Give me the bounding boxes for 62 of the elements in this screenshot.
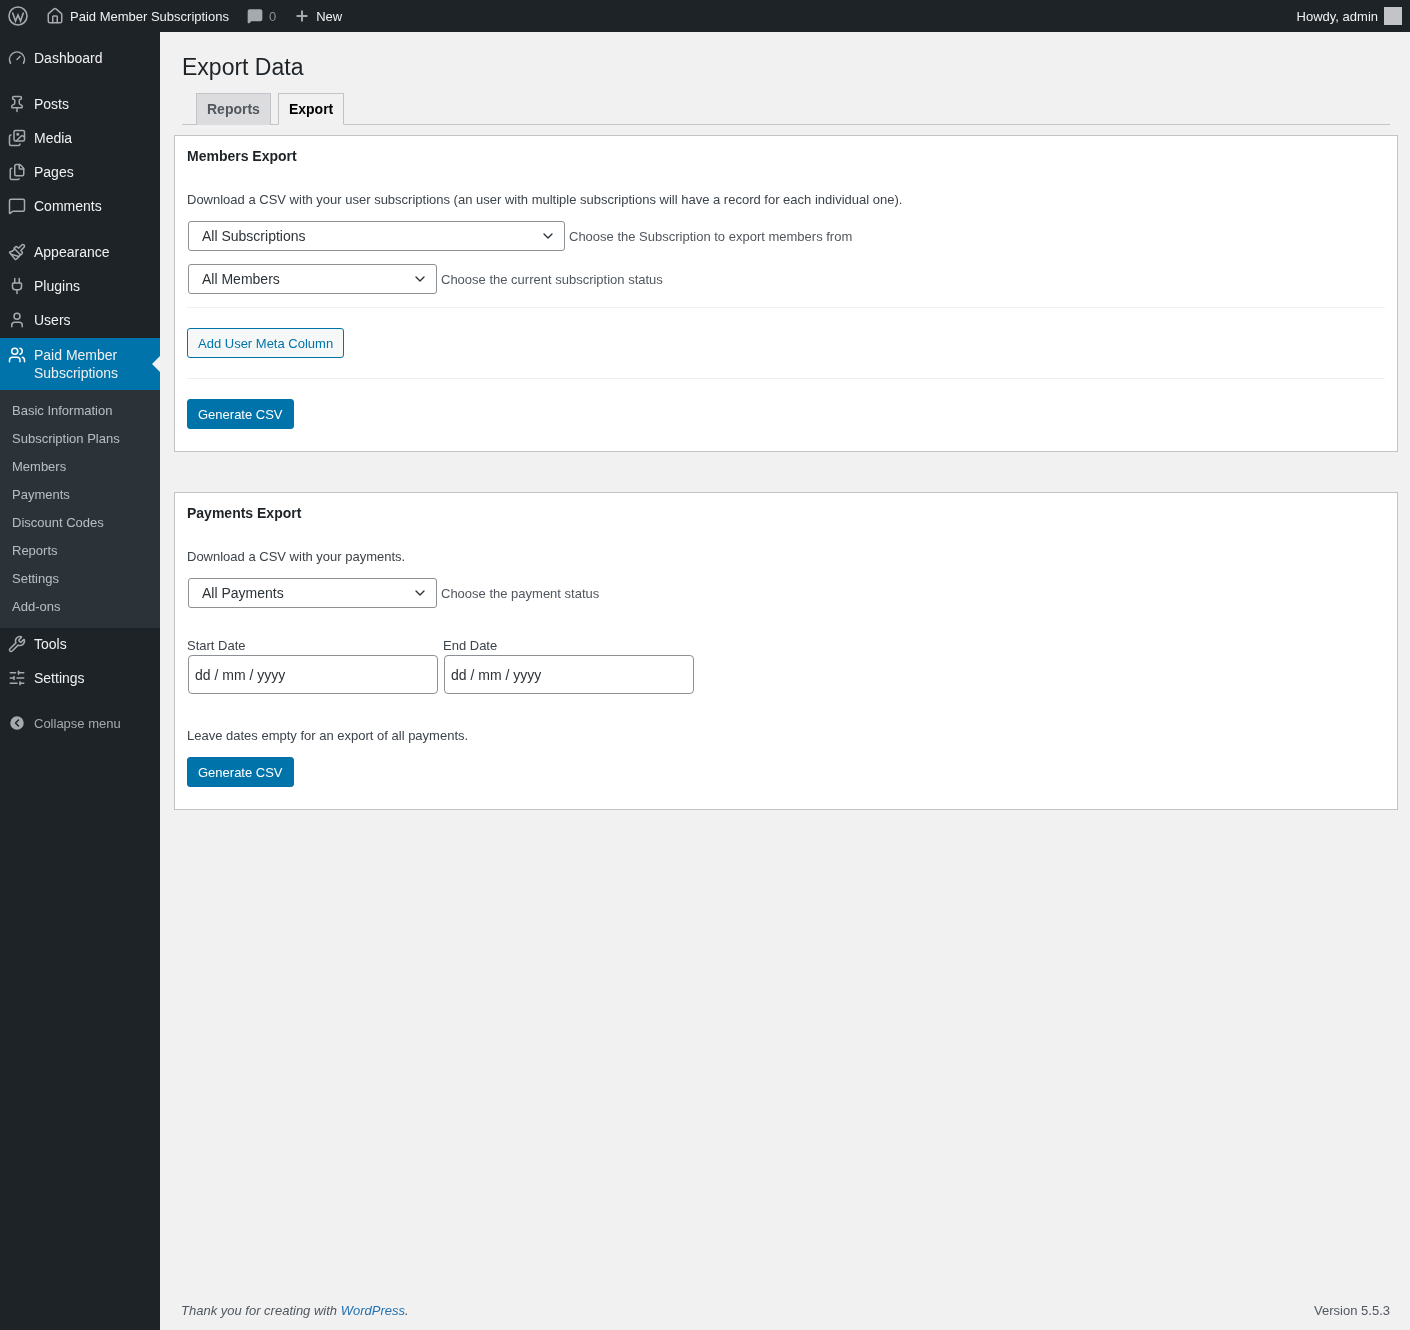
- gauge-icon: [8, 49, 26, 67]
- person-icon: [8, 311, 26, 329]
- generate-csv-button[interactable]: Generate CSV: [187, 757, 294, 787]
- sidebar-item[interactable]: Posts: [0, 88, 160, 122]
- speech-bubble-icon: [8, 197, 26, 215]
- sidebar-item[interactable]: Paid Member Subscriptions: [0, 338, 160, 390]
- nav-tab[interactable]: Export: [277, 93, 345, 125]
- section-title: Payments Export: [187, 505, 303, 521]
- site-name-link[interactable]: Paid Member Subscriptions: [46, 7, 229, 25]
- field-hint: Choose the Subscription to export members from: [569, 228, 853, 244]
- wordpress-logo-icon[interactable]: [8, 6, 28, 26]
- sidebar-item[interactable]: Settings: [0, 662, 160, 696]
- sidebar-item[interactable]: Appearance: [0, 236, 160, 270]
- sidebar-item[interactable]: Comments: [0, 190, 160, 224]
- collapse-menu-button[interactable]: Collapse menu: [0, 708, 160, 738]
- pin-icon: [8, 95, 26, 113]
- version-text: Version 5.5.3: [1314, 1303, 1390, 1318]
- submenu-item[interactable]: Add-ons: [0, 593, 160, 621]
- sidebar-item[interactable]: Tools: [0, 628, 160, 662]
- sidebar-item[interactable]: Pages: [0, 156, 160, 190]
- dropdown-select[interactable]: All Payments: [188, 578, 437, 608]
- section-title: Members Export: [187, 148, 298, 164]
- submenu-item[interactable]: Settings: [0, 565, 160, 593]
- dropdown-select[interactable]: All Members: [188, 264, 437, 294]
- home-icon: [46, 7, 64, 25]
- paintbrush-icon: [8, 243, 26, 261]
- wrench-icon: [8, 635, 26, 653]
- people-icon: [8, 346, 26, 364]
- submenu-item[interactable]: Reports: [0, 537, 160, 565]
- dropdown-select[interactable]: All Subscriptions: [188, 221, 565, 251]
- section-description: Download a CSV with your user subscriptions (an user with multiple subscriptions will have a record for each individual one).: [187, 192, 904, 207]
- wordpress-link[interactable]: WordPress: [340, 1303, 405, 1318]
- avatar-icon: [1384, 7, 1402, 25]
- footer-thanks: Thank you for creating with WordPress.: [181, 1303, 409, 1318]
- field-label: Start Date: [187, 638, 247, 653]
- submenu-item[interactable]: Basic Information: [0, 397, 160, 425]
- comment-icon: [246, 8, 263, 24]
- submenu-item[interactable]: Members: [0, 453, 160, 481]
- sliders-icon: [8, 669, 26, 687]
- date-input[interactable]: dd / mm / yyyy: [188, 655, 438, 694]
- field-hint: Choose the current subscription status: [441, 271, 663, 287]
- comments-link[interactable]: 0: [246, 8, 277, 24]
- submenu-item[interactable]: Subscription Plans: [0, 425, 160, 453]
- new-link[interactable]: New: [294, 8, 343, 24]
- images-icon: [8, 129, 26, 147]
- account-link[interactable]: Howdy, admin: [1296, 7, 1402, 25]
- sidebar-item[interactable]: Plugins: [0, 270, 160, 304]
- nav-tab[interactable]: Reports: [196, 93, 271, 125]
- field-label: End Date: [443, 638, 499, 653]
- add-meta-column-button[interactable]: Add User Meta Column: [187, 328, 345, 358]
- generate-csv-button[interactable]: Generate CSV: [187, 399, 294, 429]
- sidebar-item[interactable]: Users: [0, 304, 160, 338]
- sidebar-item[interactable]: Dashboard: [0, 42, 160, 76]
- submenu-item[interactable]: Payments: [0, 481, 160, 509]
- note-text: Leave dates empty for an export of all payments.: [187, 728, 470, 743]
- sidebar-item[interactable]: Media: [0, 122, 160, 156]
- date-input[interactable]: dd / mm / yyyy: [444, 655, 694, 694]
- section-description: Download a CSV with your payments.: [187, 549, 407, 564]
- pages-icon: [8, 163, 26, 181]
- submenu-item[interactable]: Discount Codes: [0, 509, 160, 537]
- page-title: Export Data: [182, 54, 305, 81]
- field-hint: Choose the payment status: [441, 585, 600, 601]
